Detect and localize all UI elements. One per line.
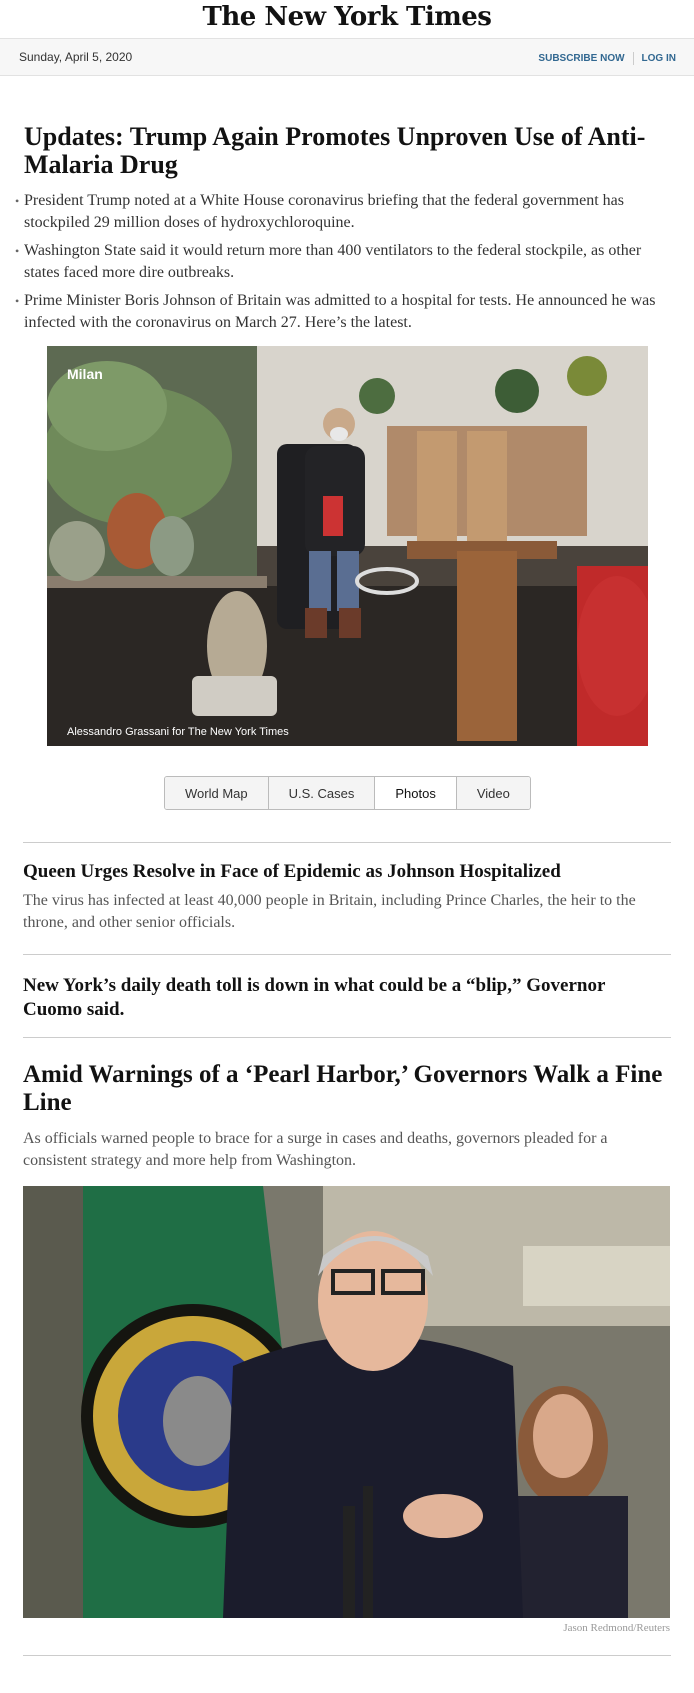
bullet-item: Prime Minister Boris Johnson of Britain …	[15, 290, 664, 334]
divider	[23, 842, 671, 843]
masthead: The New York Times	[0, 0, 694, 38]
media-tabs: World Map U.S. Cases Photos Video	[164, 776, 531, 810]
divider	[23, 954, 671, 955]
lead-headline[interactable]: Updates: Trump Again Promotes Unproven U…	[24, 123, 664, 179]
tab-photos[interactable]: Photos	[375, 777, 457, 809]
account-links: SUBSCRIBE NOW LOG IN	[538, 52, 676, 65]
flower-shop-image	[47, 346, 648, 746]
subscribe-link[interactable]: SUBSCRIBE NOW	[538, 53, 624, 64]
story-headline[interactable]: New York’s daily death toll is down in w…	[23, 974, 643, 1022]
photo-location-label: Milan	[67, 366, 103, 382]
lead-bullets: President Trump noted at a White House c…	[15, 190, 664, 340]
photo-credit: Jason Redmond/Reuters	[563, 1622, 670, 1634]
governor-image	[23, 1186, 670, 1618]
divider	[23, 1037, 671, 1038]
date-bar: Sunday, April 5, 2020 SUBSCRIBE NOW LOG I…	[0, 38, 694, 76]
bullet-item: President Trump noted at a White House c…	[15, 190, 664, 234]
nyt-logo[interactable]: The New York Times	[0, 0, 694, 32]
link-divider	[632, 52, 634, 65]
divider	[23, 1655, 671, 1656]
story-headline[interactable]: Queen Urges Resolve in Face of Epidemic …	[23, 860, 673, 884]
story-headline[interactable]: Amid Warnings of a ‘Pearl Harbor,’ Gover…	[23, 1061, 673, 1117]
story-summary: As officials warned people to brace for …	[23, 1130, 608, 1169]
tab-video[interactable]: Video	[456, 777, 530, 809]
story-summary: The virus has infected at least 40,000 p…	[23, 892, 636, 931]
current-date: Sunday, April 5, 2020	[19, 50, 133, 64]
bullet-item: Washington State said it would return mo…	[15, 240, 664, 284]
story-photo[interactable]	[23, 1186, 670, 1618]
lead-photo[interactable]: Milan Alessandro Grassani for The New Yo…	[47, 346, 648, 746]
login-link[interactable]: LOG IN	[642, 53, 676, 64]
tab-world-map[interactable]: World Map	[165, 777, 269, 809]
tab-us-cases[interactable]: U.S. Cases	[268, 777, 376, 809]
photo-credit: Alessandro Grassani for The New York Tim…	[67, 726, 289, 738]
